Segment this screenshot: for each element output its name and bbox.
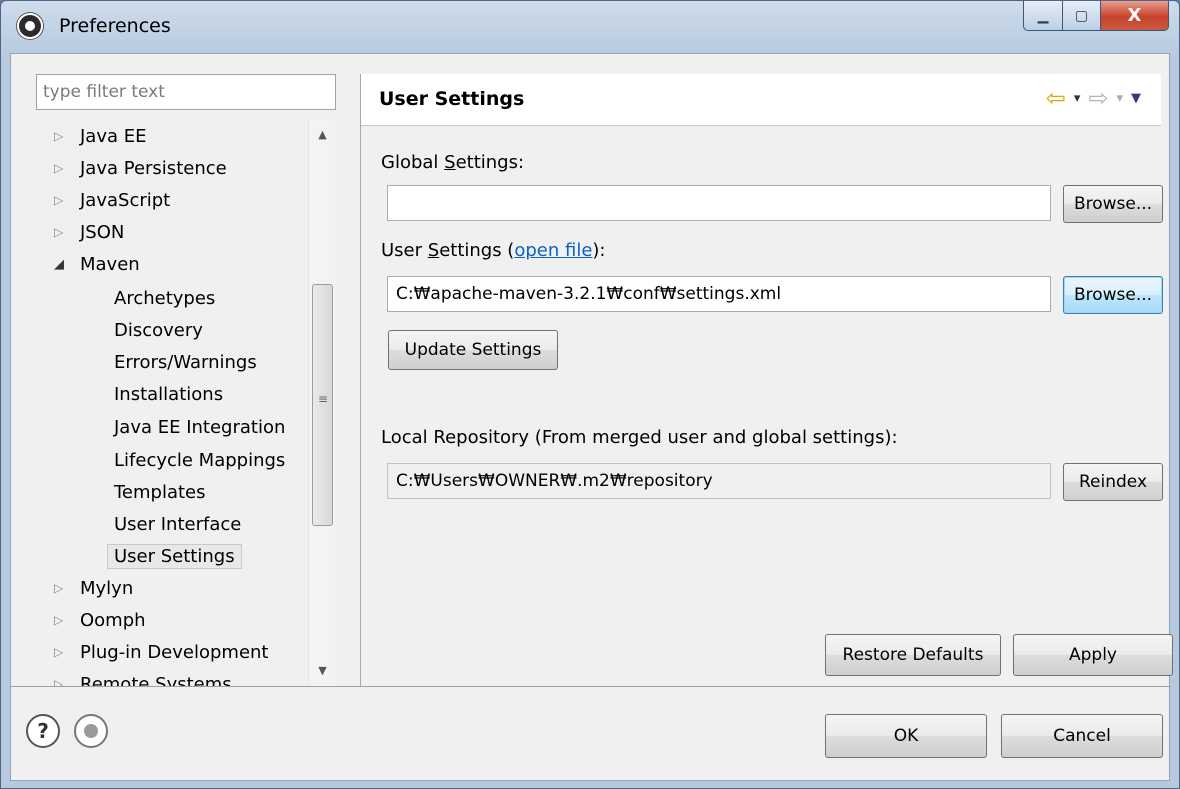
preferences-window: Preferences ▁ ▢ X ▷Java EE ▷Java Persist… [0, 0, 1180, 789]
cancel-button[interactable]: Cancel [1001, 714, 1163, 758]
back-arrow-icon[interactable]: ⇦ [1046, 84, 1066, 112]
tree-item-maven[interactable]: ◢ Maven [54, 248, 140, 280]
global-browse-button[interactable]: Browse... [1063, 185, 1163, 223]
forward-dropdown-icon[interactable]: ▾ [1116, 91, 1123, 106]
expand-arrow-icon[interactable]: ▷ [54, 581, 80, 595]
forward-arrow-icon[interactable]: ⇨ [1088, 84, 1108, 112]
tree-item-label: Lifecycle Mappings [114, 449, 286, 471]
scroll-down-icon[interactable]: ▼ [309, 658, 336, 684]
label-text: ettings ( [439, 240, 515, 261]
label-text: ): [592, 240, 606, 261]
tree-scrollbar[interactable]: ▲ ≡ ▼ [308, 120, 335, 686]
help-icon[interactable]: ? [26, 714, 60, 748]
ok-button[interactable]: OK [825, 714, 987, 758]
tree-item-label: Installations [114, 383, 224, 405]
expand-arrow-icon[interactable]: ▷ [54, 161, 80, 175]
restore-defaults-button[interactable]: Restore Defaults [825, 634, 1001, 676]
back-dropdown-icon[interactable]: ▾ [1074, 91, 1081, 106]
reindex-button[interactable]: Reindex [1063, 463, 1163, 501]
expand-arrow-icon[interactable]: ▷ [54, 225, 80, 239]
tree-item-label: Maven [80, 253, 140, 275]
title-bar[interactable]: Preferences ▁ ▢ X [1, 1, 1179, 53]
tree-item-lifecycle-mappings[interactable]: Lifecycle Mappings [114, 444, 285, 476]
tree-item-label: Java EE [80, 125, 147, 147]
tree-item-label: Oomph [80, 609, 146, 631]
tree-item-java-ee[interactable]: ▷ Java EE [54, 120, 147, 152]
update-settings-button[interactable]: Update Settings [388, 330, 558, 370]
expand-arrow-icon[interactable]: ▷ [54, 129, 80, 143]
tree-item-installations[interactable]: Installations [114, 378, 223, 410]
page-title: User Settings [379, 88, 525, 110]
tree-item-json[interactable]: ▷ JSON [54, 216, 124, 248]
scroll-up-icon[interactable]: ▲ [309, 122, 336, 148]
label-text: Global [381, 152, 445, 173]
local-repository-label: Local Repository (From merged user and g… [381, 427, 898, 448]
expand-arrow-icon[interactable]: ▷ [54, 645, 80, 659]
open-file-link[interactable]: open file [514, 240, 592, 261]
user-settings-label: User Settings (open file): [381, 240, 606, 261]
label-text: User [381, 240, 428, 261]
maximize-button[interactable]: ▢ [1063, 1, 1101, 31]
label-text: ettings: [455, 152, 525, 173]
expand-arrow-icon[interactable]: ▷ [54, 193, 80, 207]
collapse-arrow-icon[interactable]: ◢ [54, 257, 80, 272]
filter-input[interactable] [36, 74, 336, 110]
user-settings-input[interactable] [387, 276, 1051, 312]
tree-item-templates[interactable]: Templates [114, 476, 206, 508]
tree-item-label: Remote Systems [80, 673, 232, 687]
page-navigation: ⇦ ▾ ⇨ ▾ ▼ [1046, 84, 1141, 112]
tree-item-plug-in-development[interactable]: ▷ Plug-in Development [54, 636, 269, 668]
dialog-client: ▷Java EE ▷Java Persistence ▷JavaScript ▷… [10, 53, 1173, 781]
preference-tree: ▷ Java EE ▷ Java Persistence ▷ JavaScript ▷… [36, 120, 336, 687]
scrollbar-thumb[interactable]: ≡ [312, 284, 333, 526]
mnemonic: S [444, 152, 456, 173]
tree-item-label: Java Persistence [80, 157, 227, 179]
tree-item-discovery[interactable]: Discovery [114, 314, 203, 346]
tree-item-java-ee-integration[interactable]: Java EE Integration [114, 411, 285, 443]
tree-item-errors-warnings[interactable]: Errors/Warnings [114, 346, 257, 378]
tree-item-label: Plug-in Development [80, 641, 269, 663]
tree-item-label: Discovery [114, 319, 203, 341]
global-settings-input[interactable] [387, 185, 1051, 221]
window-title: Preferences [59, 15, 171, 37]
tree-item-user-settings[interactable]: User Settings [107, 540, 242, 572]
page-header: User Settings ⇦ ▾ ⇨ ▾ ▼ [361, 74, 1161, 126]
mnemonic: S [427, 240, 440, 261]
expand-arrow-icon[interactable]: ▷ [54, 613, 80, 627]
tree-item-remote-systems[interactable]: ▷ Remote Systems [54, 668, 232, 687]
tree-item-java-persistence[interactable]: ▷ Java Persistence [54, 152, 227, 184]
pane-divider[interactable] [360, 74, 361, 686]
tree-item-label: Templates [114, 481, 206, 503]
view-menu-icon[interactable]: ▼ [1131, 91, 1141, 106]
tree-item-label: Java EE Integration [114, 416, 286, 438]
tree-item-label: Errors/Warnings [114, 351, 257, 373]
apply-button[interactable]: Apply [1013, 634, 1173, 676]
tree-item-javascript[interactable]: ▷ JavaScript [54, 184, 170, 216]
close-button[interactable]: X [1101, 1, 1169, 31]
minimize-button[interactable]: ▁ [1023, 1, 1063, 31]
window-controls: ▁ ▢ X [1023, 1, 1169, 31]
tree-item-archetypes[interactable]: Archetypes [114, 282, 215, 314]
tree-item-label: User Settings [107, 543, 242, 569]
local-repository-input[interactable] [387, 463, 1051, 499]
tree-item-user-interface[interactable]: User Interface [114, 508, 241, 540]
grip-icon: ≡ [318, 392, 329, 406]
tree-item-label: User Interface [114, 513, 242, 535]
expand-arrow-icon[interactable]: ▷ [54, 677, 80, 686]
tree-item-label: JavaScript [80, 189, 171, 211]
global-settings-label: Global Settings: [381, 152, 524, 173]
tree-item-label: JSON [80, 221, 125, 243]
tree-item-label: Archetypes [114, 287, 216, 309]
tree-item-oomph[interactable]: ▷ Oomph [54, 604, 146, 636]
tree-item-label: Mylyn [80, 577, 134, 599]
record-icon[interactable] [74, 714, 108, 748]
tree-item-mylyn[interactable]: ▷ Mylyn [54, 572, 133, 604]
footer-divider [11, 686, 1171, 687]
eclipse-icon [17, 13, 43, 39]
user-browse-button[interactable]: Browse... [1063, 276, 1163, 314]
